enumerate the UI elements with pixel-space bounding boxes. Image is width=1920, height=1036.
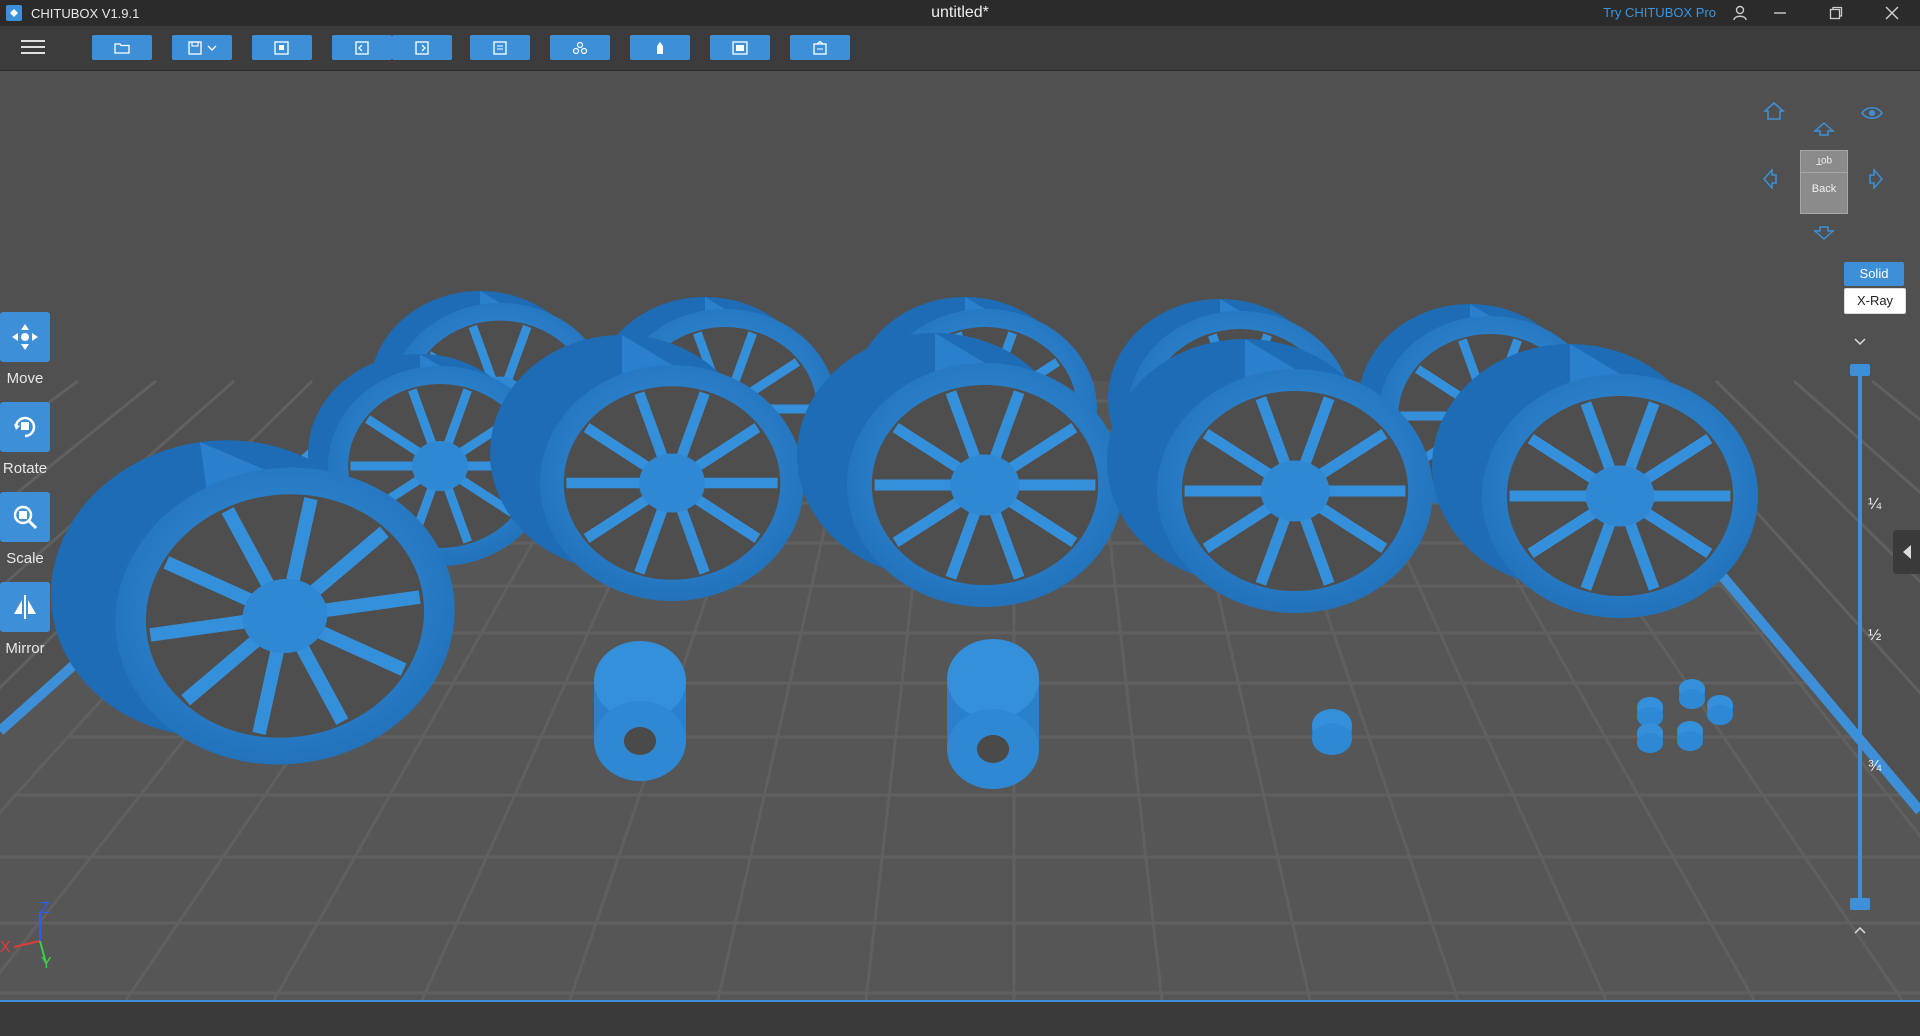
chevron-left-icon bbox=[1902, 545, 1911, 559]
support-settings-button[interactable] bbox=[550, 35, 610, 60]
status-bar bbox=[0, 1000, 1920, 1036]
layer-slider-top-handle[interactable] bbox=[1850, 364, 1870, 376]
view-cube-top-face[interactable]: Top bbox=[1801, 155, 1847, 166]
export-icon bbox=[813, 40, 827, 55]
slider-collapse-chevron-icon[interactable] bbox=[1852, 336, 1868, 348]
small-part-model[interactable] bbox=[1677, 721, 1703, 751]
close-icon[interactable] bbox=[1880, 0, 1904, 26]
move-tool-button[interactable] bbox=[0, 312, 50, 362]
slider-mark-three-quarters: ¾ bbox=[1868, 758, 1882, 775]
restore-icon[interactable] bbox=[1824, 0, 1848, 26]
document-settings-icon bbox=[493, 40, 507, 55]
supports-icon bbox=[572, 41, 588, 54]
rotate-tool[interactable]: Rotate bbox=[0, 402, 50, 477]
rotate-icon bbox=[14, 416, 36, 438]
hamburger-menu-icon[interactable] bbox=[20, 36, 46, 60]
chevron-down-icon bbox=[207, 45, 217, 51]
redo-button[interactable] bbox=[392, 35, 452, 60]
view-right-arrow-icon[interactable] bbox=[1866, 166, 1886, 192]
settings-button[interactable] bbox=[470, 35, 530, 60]
save-icon bbox=[188, 40, 202, 55]
folder-icon bbox=[114, 42, 130, 54]
arrange-icon bbox=[657, 41, 663, 54]
z-axis-label: Z bbox=[40, 900, 50, 917]
view-left-arrow-icon[interactable] bbox=[1760, 166, 1780, 192]
user-icon[interactable] bbox=[1730, 0, 1750, 26]
open-file-button[interactable] bbox=[92, 35, 152, 60]
layer-slider-bottom-handle[interactable] bbox=[1850, 898, 1870, 910]
small-part-model[interactable] bbox=[1679, 679, 1705, 709]
undo-icon bbox=[355, 40, 369, 55]
x-axis-label: X bbox=[0, 939, 11, 956]
scale-tool-label: Scale bbox=[6, 550, 44, 567]
layer-slider-track[interactable] bbox=[1858, 364, 1862, 906]
try-pro-link[interactable]: Try CHITUBOX Pro bbox=[1603, 5, 1716, 20]
mirror-icon bbox=[14, 595, 36, 619]
slider-mark-half: ½ bbox=[1868, 627, 1882, 644]
view-up-arrow-icon[interactable] bbox=[1812, 116, 1836, 142]
move-icon bbox=[12, 324, 38, 350]
build-plate-scene: Z X Y bbox=[0, 291, 1920, 1000]
view-down-arrow-icon[interactable] bbox=[1812, 220, 1836, 246]
slider-mark-quarter: ¼ bbox=[1868, 496, 1882, 513]
undo-button[interactable] bbox=[332, 35, 392, 60]
xray-mode-button[interactable]: X-Ray bbox=[1844, 288, 1906, 314]
eye-icon[interactable] bbox=[1860, 100, 1884, 126]
move-tool[interactable]: Move bbox=[0, 312, 50, 387]
small-part-model[interactable] bbox=[1312, 709, 1352, 755]
view-cube-back-face[interactable]: Back bbox=[1801, 183, 1847, 195]
small-part-model[interactable] bbox=[1707, 695, 1733, 725]
view-cube[interactable]: Top Back bbox=[1800, 150, 1848, 214]
select-all-icon bbox=[274, 40, 289, 55]
minimize-icon[interactable] bbox=[1768, 0, 1792, 26]
right-panel-toggle[interactable] bbox=[1893, 530, 1920, 574]
home-view-icon[interactable] bbox=[1762, 98, 1786, 124]
save-button[interactable] bbox=[172, 35, 232, 60]
small-part-model[interactable] bbox=[1637, 697, 1663, 727]
scale-tool-button[interactable] bbox=[0, 492, 50, 542]
mirror-tool-button[interactable] bbox=[0, 582, 50, 632]
mirror-tool-label: Mirror bbox=[5, 640, 45, 657]
rotate-tool-button[interactable] bbox=[0, 402, 50, 452]
solid-mode-button[interactable]: Solid bbox=[1844, 262, 1904, 286]
y-axis-label: Y bbox=[41, 955, 52, 972]
scale-icon bbox=[13, 505, 38, 530]
rotate-tool-label: Rotate bbox=[2, 460, 48, 477]
slider-expand-chevron-icon[interactable] bbox=[1852, 924, 1868, 936]
app-name: CHITUBOX V1.9.1 bbox=[31, 5, 140, 21]
chitubox-logo-icon bbox=[6, 5, 22, 21]
export-button[interactable] bbox=[790, 35, 850, 60]
scale-tool[interactable]: Scale bbox=[0, 492, 50, 567]
main-toolbar bbox=[0, 26, 1920, 71]
import-models-button[interactable] bbox=[252, 35, 312, 60]
small-part-model[interactable] bbox=[1637, 723, 1663, 753]
redo-icon bbox=[415, 40, 429, 55]
auto-arrange-button[interactable] bbox=[630, 35, 690, 60]
slice-icon bbox=[732, 40, 748, 55]
hub-cap-model[interactable] bbox=[947, 639, 1039, 789]
mirror-tool[interactable]: Mirror bbox=[0, 582, 50, 657]
hub-cap-model[interactable] bbox=[594, 641, 686, 781]
slice-button[interactable] bbox=[710, 35, 770, 60]
move-tool-label: Move bbox=[6, 370, 44, 387]
3d-viewport[interactable]: Z X Y bbox=[0, 71, 1920, 1000]
